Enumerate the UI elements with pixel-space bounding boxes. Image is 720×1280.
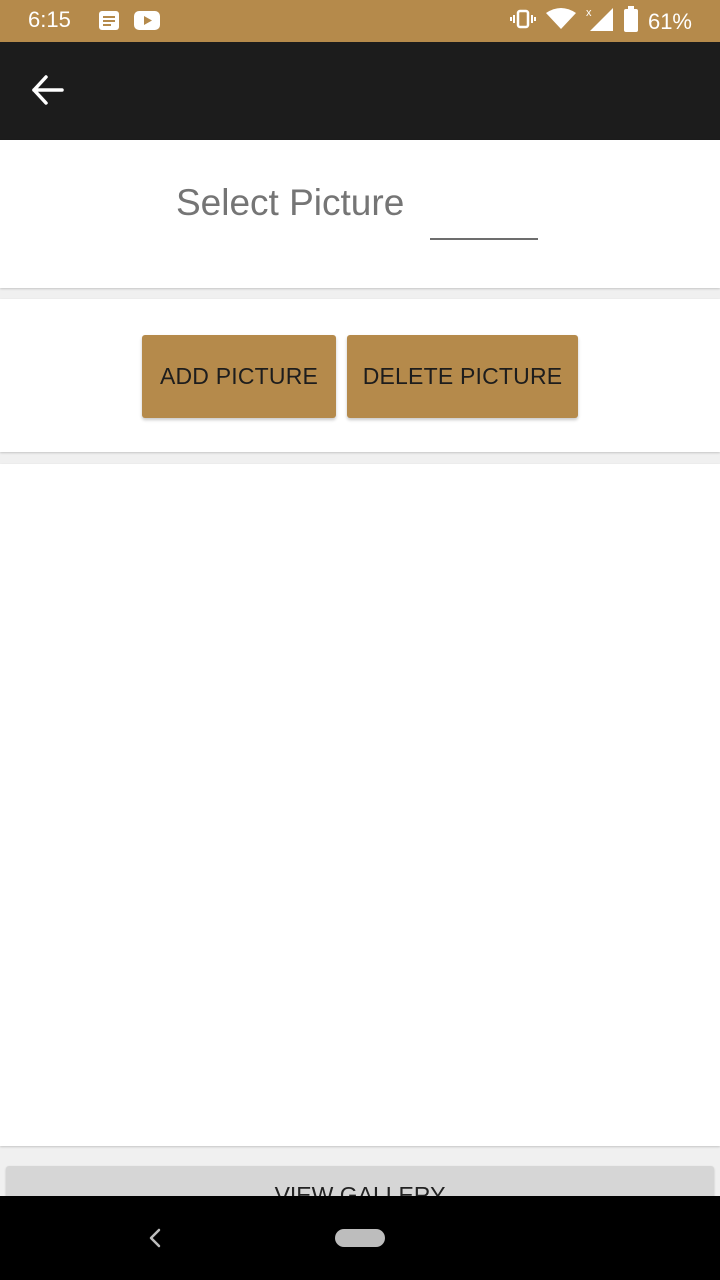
- nav-home-pill[interactable]: [335, 1229, 385, 1247]
- picture-preview-area: [0, 464, 720, 1146]
- select-picture-label: Select Picture: [176, 182, 405, 223]
- signal-icon: x: [586, 6, 614, 37]
- app-toolbar: [0, 42, 720, 140]
- delete-picture-button[interactable]: DELETE PICTURE: [347, 335, 578, 418]
- arrow-back-icon[interactable]: [30, 72, 66, 108]
- battery-icon: [623, 6, 638, 37]
- youtube-icon: [133, 10, 161, 37]
- add-picture-button[interactable]: ADD PICTURE: [142, 335, 336, 418]
- picture-dropdown[interactable]: [430, 238, 538, 240]
- status-right-icons: x 61%: [509, 6, 692, 37]
- wifi-icon: [545, 7, 576, 36]
- vibrate-icon: [509, 8, 536, 35]
- nav-back-icon[interactable]: [145, 1226, 165, 1250]
- system-nav-bar: [0, 1196, 720, 1280]
- status-left-icons: [97, 10, 161, 37]
- status-time: 6:15: [28, 7, 71, 32]
- status-bar: 6:15 x 61%: [0, 0, 720, 42]
- picture-actions-card: ADD PICTURE DELETE PICTURE: [0, 299, 720, 452]
- notification-icon: [97, 10, 121, 37]
- select-picture-card: Select Picture: [0, 140, 720, 288]
- svg-text:x: x: [586, 7, 592, 19]
- battery-percent: 61%: [647, 8, 692, 34]
